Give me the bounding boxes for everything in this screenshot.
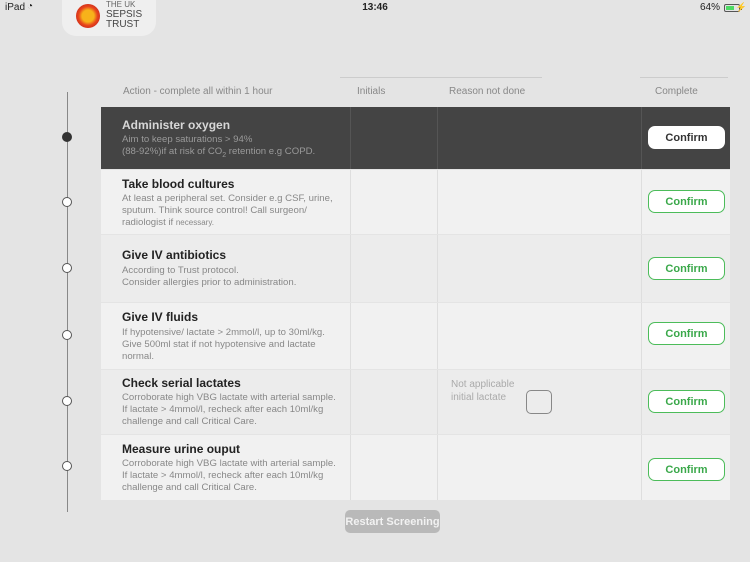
desc-line: normal. <box>122 351 154 362</box>
timeline-dot <box>62 330 72 340</box>
desc-line: challenge and call Critical Care. <box>122 482 257 493</box>
cell-divider <box>641 435 642 500</box>
desc-text: radiologist if <box>122 217 176 228</box>
desc-line: If lactate > 4mmol/l, recheck after each… <box>122 470 324 481</box>
header-complete: Complete <box>655 86 698 97</box>
cell-divider <box>437 170 438 234</box>
timeline-line <box>67 92 68 512</box>
desc-line: Aim to keep saturations > 94% <box>122 134 253 145</box>
action-row-fluids: Give IV fluids If hypotensive/ lactate >… <box>101 303 730 370</box>
row-title: Check serial lactates <box>122 376 241 390</box>
desc-line: Consider allergies prior to administrati… <box>122 277 297 288</box>
desc-line: If lactate > 4mmol/l, recheck after each… <box>122 404 324 415</box>
header-reason: Reason not done <box>449 86 526 97</box>
row-title: Measure urine ouput <box>122 442 241 456</box>
restart-screening-button[interactable]: Restart Screening <box>345 510 440 533</box>
action-row-lactates: Check serial lactates Corroborate high V… <box>101 370 730 435</box>
timeline-dot <box>62 396 72 406</box>
row-title: Give IV antibiotics <box>122 248 227 262</box>
cell-divider <box>437 435 438 500</box>
cell-divider <box>437 370 438 434</box>
row-description: According to Trust protocol. Consider al… <box>122 265 350 289</box>
reason-line: Not applicable <box>451 379 515 390</box>
confirm-button-lactates[interactable]: Confirm <box>648 390 725 413</box>
row-title: Give IV fluids <box>122 310 199 324</box>
desc-line: Corroborate high VBG lactate with arteri… <box>122 392 336 403</box>
action-table: Administer oxygen Aim to keep saturation… <box>101 107 730 501</box>
desc-text: necessary. <box>175 218 214 227</box>
header-action: Action - complete all within 1 hour <box>123 86 273 97</box>
cell-divider <box>350 107 351 169</box>
header-divider <box>640 77 728 78</box>
cell-divider <box>350 303 351 369</box>
desc-text: retention e.g COPD. <box>226 146 316 157</box>
row-title: Take blood cultures <box>122 177 235 191</box>
action-row-blood-cultures: Take blood cultures At least a periphera… <box>101 170 730 235</box>
confirm-button-urine-output[interactable]: Confirm <box>648 458 725 481</box>
desc-line: If hypotensive/ lactate > 2mmol/l, up to… <box>122 327 325 338</box>
logo-line-2: SEPSIS <box>106 8 143 20</box>
reason-line: initial lactate <box>451 392 507 403</box>
sepsis-trust-logo-icon <box>76 4 100 28</box>
header-initials: Initials <box>357 86 386 97</box>
confirm-button-fluids[interactable]: Confirm <box>648 322 725 345</box>
logo-tab: THE UK SEPSIS TRUST <box>62 0 156 36</box>
timeline-dot-current <box>62 132 72 142</box>
row-description: If hypotensive/ lactate > 2mmol/l, up to… <box>122 327 350 363</box>
desc-line: radiologist if necessary. <box>122 217 350 229</box>
logo-text: THE UK SEPSIS TRUST <box>106 0 143 30</box>
desc-line: challenge and call Critical Care. <box>122 416 257 427</box>
battery-percentage: 64% <box>699 2 720 13</box>
cell-divider <box>437 303 438 369</box>
cell-divider <box>641 303 642 369</box>
desc-line: sputum. Think source control! Call surge… <box>122 205 307 216</box>
desc-line: According to Trust protocol. <box>122 265 239 276</box>
timeline-dot <box>62 461 72 471</box>
timeline-dot <box>62 197 72 207</box>
row-description: Aim to keep saturations > 94% (88-92%)if… <box>122 134 350 162</box>
not-applicable-label: Not applicable initial lactate <box>451 378 531 404</box>
confirm-button-blood-cultures[interactable]: Confirm <box>648 190 725 213</box>
desc-line: At least a peripheral set. Consider e.g … <box>122 193 333 204</box>
desc-line: Give 500ml stat if not hypotensive and l… <box>122 339 316 350</box>
cell-divider <box>350 435 351 500</box>
timeline-dot <box>62 263 72 273</box>
not-applicable-checkbox[interactable] <box>526 390 552 414</box>
action-row-antibiotics: Give IV antibiotics According to Trust p… <box>101 235 730 303</box>
cell-divider <box>641 170 642 234</box>
charging-icon: ⚡ <box>735 2 747 12</box>
cell-divider <box>437 235 438 302</box>
cell-divider <box>350 170 351 234</box>
cell-divider <box>350 235 351 302</box>
action-row-oxygen: Administer oxygen Aim to keep saturation… <box>101 107 730 170</box>
confirm-button-oxygen[interactable]: Confirm <box>648 126 725 149</box>
row-description: At least a peripheral set. Consider e.g … <box>122 193 350 229</box>
row-title: Administer oxygen <box>122 118 231 132</box>
cell-divider <box>437 107 438 169</box>
header-divider <box>340 77 542 78</box>
cell-divider <box>641 235 642 302</box>
action-row-urine-output: Measure urine ouput Corroborate high VBG… <box>101 435 730 501</box>
logo-line-3: TRUST <box>106 18 140 30</box>
desc-line: Corroborate high VBG lactate with arteri… <box>122 458 336 469</box>
row-description: Corroborate high VBG lactate with arteri… <box>122 458 350 494</box>
desc-line: (88-92%)if at risk of CO2 retention e.g … <box>122 146 350 162</box>
cell-divider <box>350 370 351 434</box>
desc-text: (88-92%)if at risk of CO <box>122 146 223 157</box>
cell-divider <box>641 107 642 169</box>
row-description: Corroborate high VBG lactate with arteri… <box>122 392 350 428</box>
confirm-button-antibiotics[interactable]: Confirm <box>648 257 725 280</box>
cell-divider <box>641 370 642 434</box>
